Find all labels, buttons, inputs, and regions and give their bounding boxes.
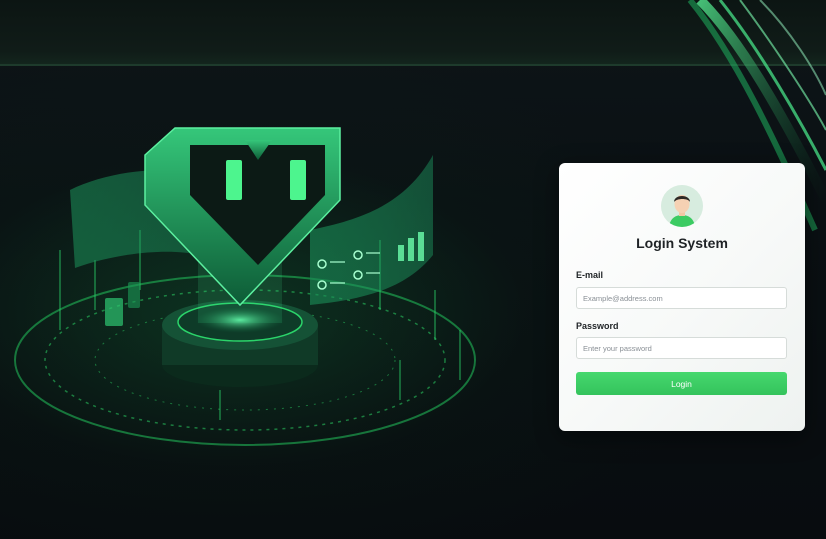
login-title: Login System [636,235,728,251]
email-field[interactable] [576,287,787,309]
login-button[interactable]: Login [576,372,787,395]
password-label: Password [576,321,619,331]
user-avatar-icon [661,185,703,227]
login-page: Login System E-mail Password Login [0,0,826,539]
password-field[interactable] [576,337,787,359]
login-card: Login System E-mail Password Login [559,163,805,431]
email-label: E-mail [576,270,604,280]
